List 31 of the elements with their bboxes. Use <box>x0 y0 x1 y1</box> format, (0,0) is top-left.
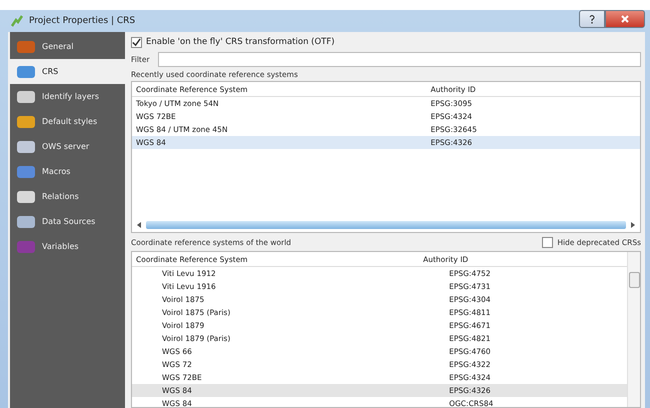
sidebar-item[interactable]: Macros <box>10 159 125 184</box>
close-button[interactable] <box>605 10 645 28</box>
sidebar-item-icon <box>16 214 36 230</box>
sidebar-item[interactable]: General <box>10 34 125 59</box>
scroll-right-icon[interactable] <box>630 222 636 228</box>
sidebar-item[interactable]: Relations <box>10 184 125 209</box>
sidebar-item-icon <box>16 88 36 104</box>
sidebar-item[interactable]: Default styles <box>10 109 125 134</box>
sidebar-item[interactable]: Identify layers <box>10 84 125 109</box>
sidebar-item-icon <box>16 64 36 80</box>
checkbox-label: Enable 'on the fly' CRS transformation (OTF) <box>146 37 335 47</box>
filter-field[interactable] <box>158 52 641 66</box>
sidebar-item[interactable]: Data Sources <box>10 209 125 234</box>
checkbox[interactable] <box>131 36 142 48</box>
sidebar-item-icon <box>16 38 36 54</box>
sidebar-item-icon <box>16 188 36 204</box>
sidebar-item-icon <box>16 138 36 154</box>
sidebar-item-icon <box>16 164 36 180</box>
app-icon <box>10 14 24 28</box>
help-icon <box>587 14 597 24</box>
sidebar-item[interactable]: OWS server <box>10 134 125 159</box>
scroll-left-icon[interactable] <box>136 222 142 228</box>
checkbox[interactable] <box>542 236 554 248</box>
help-button[interactable] <box>579 10 605 28</box>
sidebar-item[interactable]: CRS <box>10 59 125 84</box>
window-title: Project Properties | CRS <box>29 16 136 26</box>
sidebar-item-icon <box>16 238 36 254</box>
sidebar-item[interactable]: Variables <box>10 234 125 259</box>
close-icon <box>620 14 630 24</box>
sidebar-item-icon <box>16 114 36 130</box>
vertical-scrollbar[interactable] <box>627 252 640 407</box>
